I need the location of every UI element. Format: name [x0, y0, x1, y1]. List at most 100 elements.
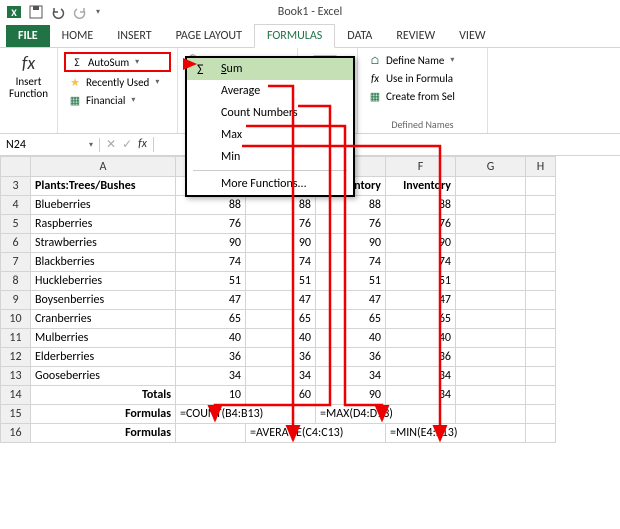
- cell[interactable]: 34: [316, 367, 386, 386]
- cell[interactable]: 76: [316, 215, 386, 234]
- cell[interactable]: [456, 272, 526, 291]
- cell[interactable]: 40: [316, 329, 386, 348]
- cell[interactable]: Totals: [31, 386, 176, 405]
- financial-button[interactable]: ▦ Financial ▾: [64, 92, 171, 108]
- cell[interactable]: Mulberries: [31, 329, 176, 348]
- cell[interactable]: [456, 291, 526, 310]
- tab-insert[interactable]: INSERT: [105, 25, 163, 47]
- cell[interactable]: 74: [386, 253, 456, 272]
- cell[interactable]: 34: [386, 386, 456, 405]
- cell[interactable]: Strawberries: [31, 234, 176, 253]
- tab-formulas[interactable]: FORMULAS: [254, 24, 335, 48]
- qat-customize-icon[interactable]: ▾: [96, 7, 100, 17]
- save-icon[interactable]: [28, 4, 44, 20]
- cell[interactable]: [456, 386, 526, 405]
- grid-table[interactable]: A E F G H 3 Plants:Trees/Bushes Inventor…: [0, 156, 556, 443]
- cell[interactable]: Blueberries: [31, 196, 176, 215]
- cell[interactable]: 40: [386, 329, 456, 348]
- row-header[interactable]: 4: [1, 196, 31, 215]
- cell[interactable]: Formulas: [31, 424, 176, 443]
- tab-view[interactable]: VIEW: [447, 25, 497, 47]
- cell[interactable]: [526, 215, 556, 234]
- create-from-selection-button[interactable]: ▦ Create from Sel: [364, 88, 481, 104]
- cell[interactable]: 47: [316, 291, 386, 310]
- cell[interactable]: 74: [246, 253, 316, 272]
- cell[interactable]: [456, 310, 526, 329]
- cell[interactable]: [526, 234, 556, 253]
- undo-icon[interactable]: [50, 4, 66, 20]
- fx-icon[interactable]: fx: [6, 52, 51, 74]
- cell[interactable]: [176, 424, 246, 443]
- cell[interactable]: 40: [176, 329, 246, 348]
- row-header[interactable]: 5: [1, 215, 31, 234]
- cell[interactable]: Formulas: [31, 405, 176, 424]
- cell[interactable]: 47: [176, 291, 246, 310]
- row-header[interactable]: 7: [1, 253, 31, 272]
- cell[interactable]: Gooseberries: [31, 367, 176, 386]
- cell[interactable]: [526, 310, 556, 329]
- cell[interactable]: 88: [316, 196, 386, 215]
- tab-data[interactable]: DATA: [335, 25, 384, 47]
- cell[interactable]: Plants:Trees/Bushes: [31, 177, 176, 196]
- cell[interactable]: [456, 329, 526, 348]
- cell[interactable]: [526, 367, 556, 386]
- menu-more-functions[interactable]: More Functions...: [187, 173, 353, 195]
- cell[interactable]: [526, 177, 556, 196]
- row-header[interactable]: 14: [1, 386, 31, 405]
- col-header-f[interactable]: F: [386, 157, 456, 177]
- tab-file[interactable]: FILE: [6, 25, 50, 47]
- cell[interactable]: 74: [316, 253, 386, 272]
- recently-used-button[interactable]: ★ Recently Used ▾: [64, 74, 171, 90]
- col-header-g[interactable]: G: [456, 157, 526, 177]
- cell[interactable]: 36: [176, 348, 246, 367]
- cell[interactable]: [526, 405, 556, 424]
- cell[interactable]: 34: [176, 367, 246, 386]
- cell[interactable]: [526, 196, 556, 215]
- row-header[interactable]: 3: [1, 177, 31, 196]
- row-header[interactable]: 9: [1, 291, 31, 310]
- menu-sum[interactable]: Sum: [187, 58, 353, 80]
- cell[interactable]: [456, 367, 526, 386]
- cell[interactable]: 34: [246, 367, 316, 386]
- redo-icon[interactable]: [72, 4, 88, 20]
- cell[interactable]: 88: [246, 196, 316, 215]
- row-header[interactable]: 11: [1, 329, 31, 348]
- cell[interactable]: 90: [246, 234, 316, 253]
- cell[interactable]: 47: [386, 291, 456, 310]
- menu-count-numbers[interactable]: Count Numbers: [187, 102, 353, 124]
- col-header-h[interactable]: H: [526, 157, 556, 177]
- cell[interactable]: 36: [246, 348, 316, 367]
- cell[interactable]: 51: [316, 272, 386, 291]
- cell[interactable]: 51: [176, 272, 246, 291]
- cell[interactable]: 76: [246, 215, 316, 234]
- cell[interactable]: [456, 253, 526, 272]
- row-header[interactable]: 8: [1, 272, 31, 291]
- cell[interactable]: 65: [386, 310, 456, 329]
- cell[interactable]: Cranberries: [31, 310, 176, 329]
- menu-min[interactable]: Min: [187, 146, 353, 168]
- fx-icon[interactable]: fx: [138, 137, 147, 152]
- cell[interactable]: [456, 177, 526, 196]
- insert-function-button[interactable]: Insert Function: [6, 76, 51, 100]
- autosum-button[interactable]: Σ AutoSum ▾: [64, 52, 171, 72]
- cell[interactable]: [526, 386, 556, 405]
- cell[interactable]: 74: [176, 253, 246, 272]
- cell[interactable]: 65: [316, 310, 386, 329]
- cell[interactable]: [456, 196, 526, 215]
- cell[interactable]: 47: [246, 291, 316, 310]
- cell[interactable]: 90: [316, 234, 386, 253]
- cell[interactable]: [526, 272, 556, 291]
- cell[interactable]: [526, 329, 556, 348]
- cell[interactable]: =COUNT(B4:B13): [176, 405, 316, 424]
- cell[interactable]: 34: [386, 367, 456, 386]
- cell[interactable]: Raspberries: [31, 215, 176, 234]
- cell[interactable]: [456, 215, 526, 234]
- cell[interactable]: =MIN(E4:E13): [386, 424, 526, 443]
- row-header[interactable]: 16: [1, 424, 31, 443]
- cell[interactable]: 88: [386, 196, 456, 215]
- name-box[interactable]: N24 ▾: [0, 138, 100, 152]
- cell[interactable]: 76: [386, 215, 456, 234]
- cell[interactable]: [526, 348, 556, 367]
- tab-home[interactable]: HOME: [50, 25, 106, 47]
- cell[interactable]: [526, 291, 556, 310]
